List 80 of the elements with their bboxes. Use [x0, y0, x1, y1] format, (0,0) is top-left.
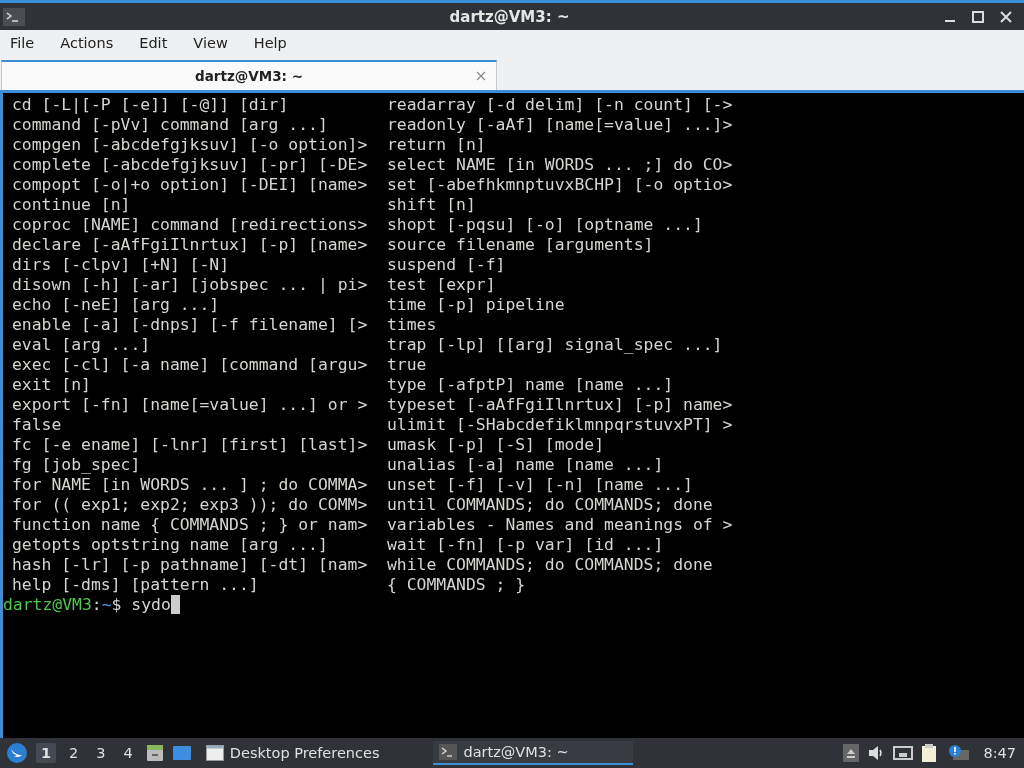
- terminal-icon: [3, 7, 25, 26]
- output-line: return [n]: [386, 135, 486, 155]
- output-line: getopts optstring name [arg ...]: [12, 535, 329, 555]
- output-line: for NAME [in WORDS ... ] ; do COMMA>: [12, 475, 369, 495]
- output-line: while COMMANDS; do COMMANDS; done: [386, 555, 713, 575]
- menu-item[interactable]: Actions: [60, 35, 114, 51]
- prompt-symbol: $: [111, 595, 122, 615]
- text-cursor: [170, 595, 180, 614]
- output-line: unalias [-a] name [name ...]: [386, 455, 664, 475]
- output-line: wait [-fn] [-p var] [id ...]: [386, 535, 664, 555]
- output-line: compgen [-abcdefgjksuv] [-o option]>: [12, 135, 369, 155]
- output-line: umask [-p] [-S] [mode]: [386, 435, 605, 455]
- output-line: complete [-abcdefgjksuv] [-pr] [-DE>: [12, 155, 369, 175]
- output-line: fg [job_spec]: [12, 455, 142, 475]
- output-line: exit [n]: [12, 375, 92, 395]
- output-line: readarray [-d delim] [-n count] [->: [386, 95, 733, 115]
- prompt-path: ~: [101, 595, 112, 615]
- output-line: select NAME [in WORDS ... ;] do CO>: [386, 155, 733, 175]
- output-line: source filename [arguments]: [386, 235, 654, 255]
- output-line: unset [-f] [-v] [-n] [name ...]: [386, 475, 693, 495]
- output-line: compopt [-o|+o option] [-DEI] [name>: [12, 175, 369, 195]
- output-line: for (( exp1; exp2; exp3 )); do COMM>: [12, 495, 369, 515]
- prompt-user-host: dartz@VM3: [3, 595, 92, 615]
- output-line: export [-fn] [name[=value] ...] or >: [12, 395, 369, 415]
- output-line: coproc [NAME] command [redirections>: [12, 215, 369, 235]
- output-line: trap [-lp] [[arg] signal_spec ...]: [386, 335, 723, 355]
- menu-item[interactable]: Help: [253, 35, 287, 51]
- output-line: command [-pVv] command [arg ...]: [12, 115, 329, 135]
- output-line: declare [-aAfFgiIlnrtux] [-p] [name>: [12, 235, 369, 255]
- output-line: shopt [-pqsu] [-o] [optname ...]: [386, 215, 703, 235]
- command-input[interactable]: sydo: [131, 595, 171, 615]
- window-icon: [205, 745, 224, 761]
- output-line: true: [386, 355, 427, 375]
- terminal-icon: [439, 744, 458, 760]
- bird-logo-icon[interactable]: [6, 742, 28, 764]
- workspace-button[interactable]: 4: [118, 743, 138, 763]
- output-line: typeset [-aAfFgiIlnrtux] [-p] name>: [386, 395, 733, 415]
- workspace-button[interactable]: 2: [64, 743, 84, 763]
- output-line: eval [arg ...]: [12, 335, 152, 355]
- workspace-button[interactable]: 1: [36, 743, 57, 763]
- desktop-icon[interactable]: [171, 744, 192, 762]
- output-line: fc [-e ename] [-lnr] [first] [last]>: [12, 435, 369, 455]
- notification-icon[interactable]: [947, 744, 970, 762]
- menu-item[interactable]: Edit: [139, 35, 168, 51]
- output-line: continue [n]: [12, 195, 132, 215]
- network-icon[interactable]: [893, 745, 914, 761]
- file-cabinet-icon[interactable]: [145, 744, 164, 762]
- output-line: help [-dms] [pattern ...]: [12, 575, 260, 595]
- output-line: { COMMANDS ; }: [386, 575, 526, 595]
- output-line: hash [-lr] [-p pathname] [-dt] [nam>: [12, 555, 369, 575]
- output-line: false: [12, 415, 63, 435]
- menu-item[interactable]: File: [10, 35, 35, 51]
- terminal-tab[interactable]: dartz@VM3: ~: [1, 60, 497, 90]
- prompt-separator: :: [91, 595, 102, 615]
- output-line: times: [386, 315, 437, 335]
- output-line: type [-afptP] name [name ...]: [386, 375, 674, 395]
- output-line: disown [-h] [-ar] [jobspec ... | pi>: [12, 275, 369, 295]
- output-line: readonly [-aAf] [name[=value] ...]>: [386, 115, 733, 135]
- maximize-icon[interactable]: [972, 10, 984, 23]
- output-line: function name { COMMANDS ; } or nam>: [12, 515, 369, 535]
- taskbar-task[interactable]: Desktop Preferences: [199, 741, 386, 765]
- output-line: set [-abefhkmnptuvxBCHP] [-o optio>: [386, 175, 733, 195]
- window-title: dartz@VM3: ~: [449, 7, 570, 26]
- output-line: shift [n]: [386, 195, 476, 215]
- output-line: enable [-a] [-dnps] [-f filename] [>: [12, 315, 369, 335]
- eject-icon[interactable]: [843, 744, 860, 762]
- clock: 8:47: [983, 745, 1016, 761]
- output-line: ulimit [-SHabcdefiklmnpqrstuvxPT] >: [386, 415, 733, 435]
- workspace-button[interactable]: 3: [91, 743, 111, 763]
- output-line: cd [-L|[-P [-e]] [-@]] [dir]: [12, 95, 290, 115]
- output-line: variables - Names and meanings of >: [386, 515, 733, 535]
- output-line: exec [-cl] [-a name] [command [argu>: [12, 355, 369, 375]
- taskbar-task[interactable]: dartz@VM3: ~: [433, 741, 634, 765]
- output-line: test [expr]: [386, 275, 496, 295]
- menu-item[interactable]: View: [193, 35, 228, 51]
- output-line: echo [-neE] [arg ...]: [12, 295, 221, 315]
- output-line: dirs [-clpv] [+N] [-N]: [12, 255, 231, 275]
- output-line: time [-p] pipeline: [386, 295, 565, 315]
- output-line: suspend [-f]: [386, 255, 506, 275]
- output-line: until COMMANDS; do COMMANDS; done: [386, 495, 713, 515]
